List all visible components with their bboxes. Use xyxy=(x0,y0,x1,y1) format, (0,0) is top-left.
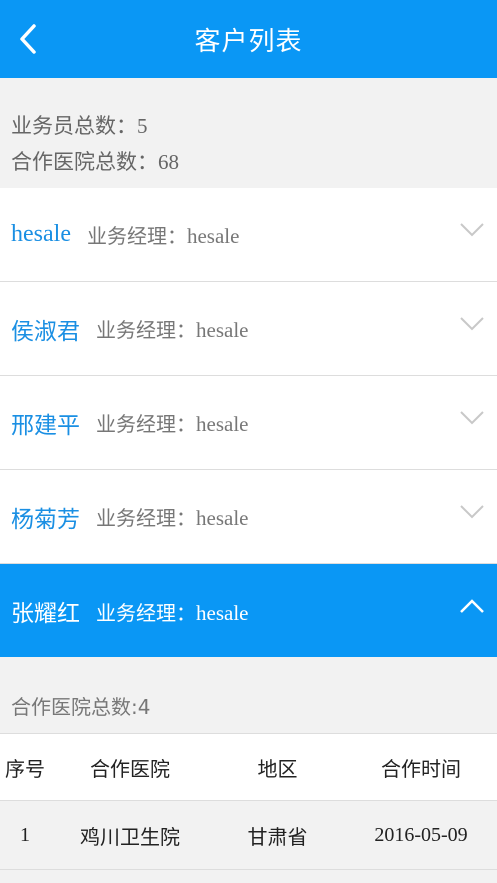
summary-panel: 业务员总数：5 合作医院总数：68 xyxy=(0,78,497,188)
chevron-up-icon xyxy=(460,599,484,613)
hospital-count: 合作医院总数:4 xyxy=(11,695,151,719)
hospital-table: 序号 合作医院 地区 合作时间 1 鸡川卫生院 甘肃省 2016-05-09 xyxy=(0,733,497,870)
chevron-left-icon xyxy=(20,24,36,54)
manager-label: 业务经理： xyxy=(96,506,196,530)
column-header: 合作医院 xyxy=(90,756,170,781)
manager-label: 业务经理： xyxy=(86,224,187,248)
manager-value: hesale xyxy=(186,224,240,248)
salesperson-row[interactable]: 侯淑君 业务经理：hesale xyxy=(0,282,497,376)
salesperson-row[interactable]: 杨菊芳 业务经理：hesale xyxy=(0,470,497,564)
manager-value: hesale xyxy=(196,412,249,436)
column-header: 序号 xyxy=(5,756,45,781)
manager-info: 业务经理：hesale xyxy=(96,597,248,626)
salesperson-name: 张耀红 xyxy=(11,601,80,627)
chevron-down-icon xyxy=(460,411,484,425)
salesperson-name: hesale xyxy=(11,221,71,247)
salesperson-total-value: 5 xyxy=(137,114,148,138)
salesperson-row[interactable]: 邢建平 业务经理：hesale xyxy=(0,376,497,470)
manager-info: 业务经理：hesale xyxy=(87,220,239,249)
hospital-total: 合作医院总数：68 xyxy=(11,146,179,176)
salesperson-name: 杨菊芳 xyxy=(11,506,80,533)
salesperson-name: 邢建平 xyxy=(11,412,80,439)
manager-info: 业务经理：hesale xyxy=(96,408,248,437)
column-header: 合作时间 xyxy=(381,756,461,781)
hospital-total-label: 合作医院总数： xyxy=(11,150,158,174)
hospital-detail-panel: 合作医院总数:4 序号 合作医院 地区 合作时间 1 鸡川卫生院 甘肃省 201… xyxy=(0,657,497,883)
manager-info: 业务经理：hesale xyxy=(96,314,248,343)
row-index: 1 xyxy=(20,823,30,846)
manager-label: 业务经理： xyxy=(96,412,196,436)
hospital-name: 鸡川卫生院 xyxy=(80,824,180,849)
manager-label: 业务经理： xyxy=(96,600,196,625)
table-row[interactable]: 1 鸡川卫生院 甘肃省 2016-05-09 xyxy=(0,800,497,870)
chevron-down-icon xyxy=(460,223,484,237)
chevron-down-icon xyxy=(460,505,484,519)
manager-value: hesale xyxy=(196,318,249,342)
salesperson-list: hesale 业务经理：hesale 侯淑君 业务经理：hesale 邢建平 业… xyxy=(0,188,497,658)
manager-label: 业务经理： xyxy=(96,318,196,342)
manager-info: 业务经理：hesale xyxy=(96,502,248,531)
region: 甘肃省 xyxy=(247,824,308,849)
chevron-down-icon xyxy=(460,317,484,331)
app-header: 客户列表 xyxy=(0,0,497,78)
salesperson-total-label: 业务员总数： xyxy=(11,114,137,138)
column-header: 地区 xyxy=(257,756,298,781)
salesperson-row[interactable]: hesale 业务经理：hesale xyxy=(0,188,497,282)
manager-value: hesale xyxy=(196,506,249,530)
salesperson-name: 侯淑君 xyxy=(11,318,80,345)
hospital-total-value: 68 xyxy=(158,150,179,174)
page-title: 客户列表 xyxy=(194,26,303,57)
salesperson-row-expanded[interactable]: 张耀红 业务经理：hesale xyxy=(0,564,497,658)
cooperation-date: 2016-05-09 xyxy=(374,823,468,846)
back-button[interactable] xyxy=(8,17,48,61)
table-header: 序号 合作医院 地区 合作时间 xyxy=(0,733,497,800)
salesperson-total: 业务员总数：5 xyxy=(11,110,148,140)
manager-value: hesale xyxy=(196,600,249,625)
